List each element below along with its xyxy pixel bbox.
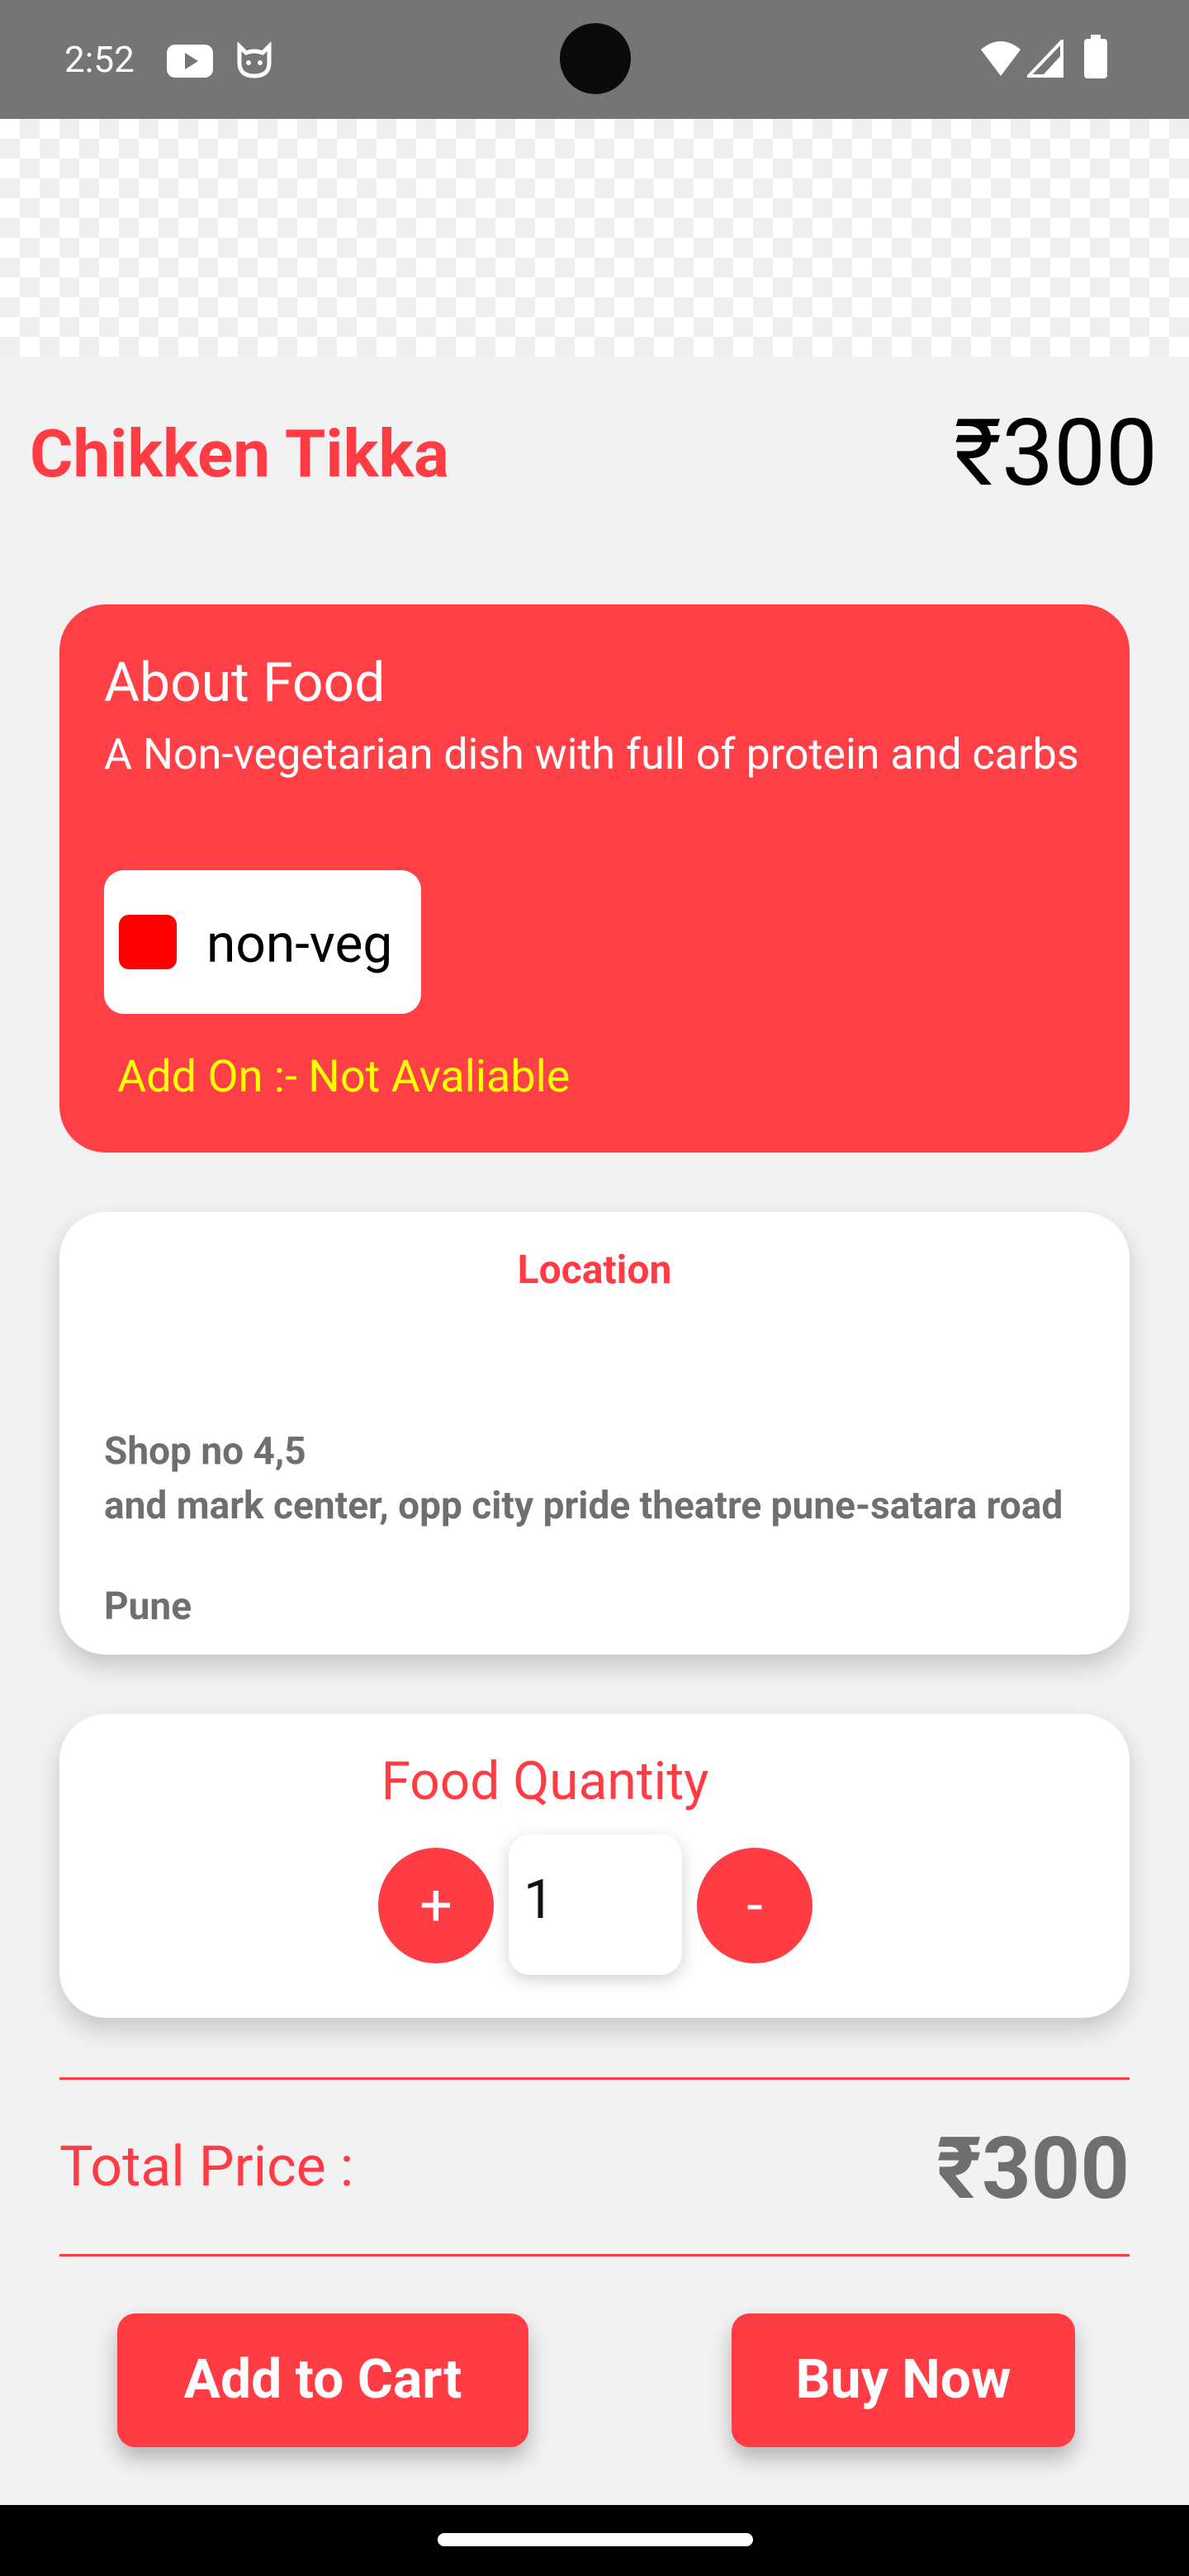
total-price-value: ₹300 (936, 2119, 1130, 2219)
food-price: ₹300 (954, 400, 1158, 508)
food-quantity-card: Food Quantity + 1 - (59, 1714, 1130, 2018)
location-line-2: and mark center, opp city pride theatre … (104, 1484, 1063, 1528)
cell-signal-icon (1027, 40, 1063, 78)
decrease-quantity-button[interactable]: - (697, 1848, 812, 1963)
total-price-label: Total Price : (59, 2133, 354, 2200)
buy-now-button[interactable]: Buy Now (732, 2313, 1075, 2447)
food-type-badge: non-veg (104, 870, 421, 1014)
increase-quantity-button[interactable]: + (378, 1848, 494, 1963)
food-image (0, 119, 1189, 357)
location-card: Location Shop no 4,5 and mark center, op… (59, 1212, 1130, 1655)
quantity-value: 1 (523, 1868, 555, 1932)
location-title: Location (517, 1246, 672, 1293)
battery-icon (1084, 35, 1107, 78)
food-quantity-title: Food Quantity (381, 1750, 709, 1812)
navigation-bar (0, 2505, 1189, 2576)
about-food-description: A Non-vegetarian dish with full of prote… (104, 729, 1079, 779)
add-to-cart-button[interactable]: Add to Cart (117, 2313, 528, 2447)
home-gesture-handle[interactable] (438, 2533, 753, 2546)
about-food-title: About Food (104, 651, 386, 715)
location-line-1: Shop no 4,5 (104, 1429, 306, 1474)
status-time: 2:52 (64, 38, 135, 81)
non-veg-indicator-icon (119, 915, 177, 969)
youtube-icon (167, 45, 213, 78)
divider-top (59, 2077, 1130, 2080)
addon-text: Add On :- Not Avaliable (117, 1051, 571, 1103)
divider-bottom (59, 2254, 1130, 2256)
status-bar: 2:52 (0, 0, 1189, 119)
about-food-card: About Food A Non-vegetarian dish with fu… (59, 604, 1130, 1153)
wifi-icon (981, 41, 1021, 76)
camera-cutout (560, 23, 631, 94)
food-type-label: non-veg (206, 913, 393, 975)
location-line-3: Pune (104, 1584, 192, 1629)
quantity-field[interactable]: 1 (509, 1835, 682, 1975)
food-name: Chikken Tikka (30, 415, 449, 493)
cat-face-icon (237, 40, 272, 78)
